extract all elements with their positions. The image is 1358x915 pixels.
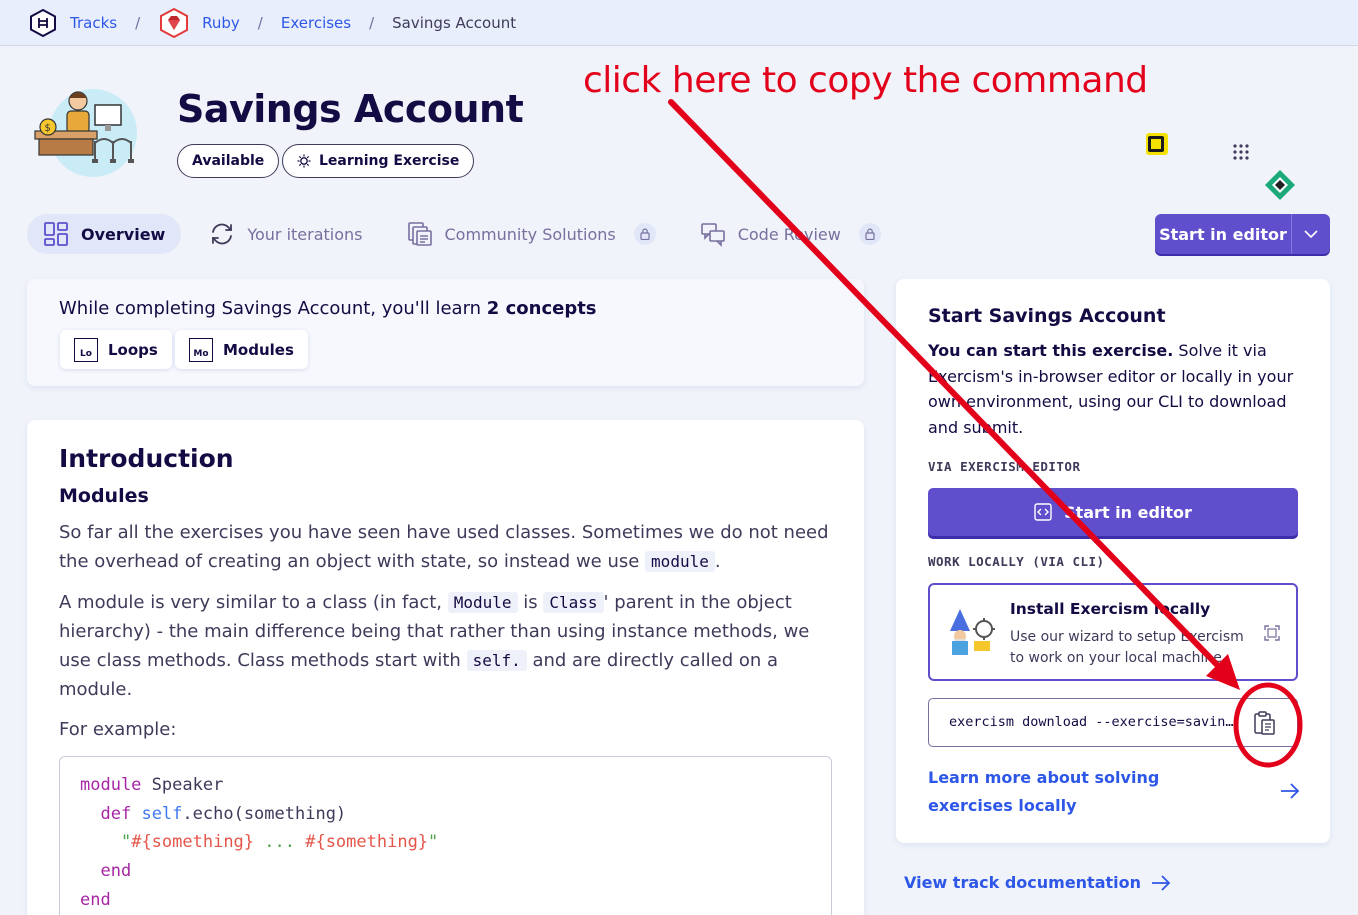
concept-loops[interactable]: Lo Loops (60, 330, 172, 369)
breadcrumb-separator: / (369, 13, 375, 32)
grid-dots-icon[interactable] (1233, 144, 1249, 160)
view-docs-label: View track documentation (904, 873, 1142, 892)
via-editor-label: VIA EXERCISM EDITOR (928, 459, 1081, 474)
inline-code: Module (447, 592, 518, 613)
exercise-type-label: Learning Exercise (319, 153, 460, 169)
arrow-right-icon (1151, 874, 1171, 891)
tab-code-review-label: Code Review (737, 224, 841, 244)
inline-code: module (645, 551, 715, 572)
start-exercise-panel: Start Savings Account You can start this… (896, 279, 1330, 843)
editor-button-label: Start in editor (1064, 502, 1192, 522)
concept-abbr: Mo (189, 337, 213, 362)
code-example: module Speaker def self.echo(something) … (59, 756, 832, 915)
paragraph-text: . (714, 551, 721, 572)
start-exercise-heading: Start Savings Account (928, 305, 1166, 327)
breadcrumb-tracks-link[interactable]: Tracks (70, 14, 117, 32)
tab-iterations-label: Your iterations (247, 224, 363, 244)
lock-icon (633, 223, 656, 245)
tab-community-solutions[interactable]: Community Solutions (391, 214, 672, 254)
description-bold: You can start this exercise. (928, 341, 1174, 360)
concepts-count: 2 concepts (486, 298, 597, 319)
tab-code-review[interactable]: Code Review (684, 214, 897, 254)
lock-icon (858, 223, 881, 245)
install-exercism-card[interactable]: Install Exercism locally Use our wizard … (928, 583, 1298, 681)
code-review-icon (700, 221, 726, 247)
concepts-heading: While completing Savings Account, you'll… (59, 298, 597, 319)
chevron-down-icon[interactable] (1291, 214, 1330, 254)
bank-teller-illustration-icon: $ (33, 83, 139, 179)
paragraph-text: is (517, 592, 544, 613)
inline-code: Class (543, 592, 604, 613)
code-token: self (141, 803, 183, 824)
annotation-label: click here to copy the command (583, 60, 1148, 101)
arrow-right-icon[interactable] (1280, 783, 1300, 803)
sticky-note-icon[interactable] (1146, 133, 1168, 155)
overview-icon (43, 221, 69, 247)
view-track-documentation-link[interactable]: View track documentation (904, 873, 1171, 892)
intro-paragraph: A module is very similar to a class (in … (59, 588, 839, 704)
wizard-icon (946, 607, 996, 661)
code-token: .echo(something) (182, 803, 347, 824)
code-token: def (100, 803, 132, 824)
iterations-icon (209, 221, 235, 247)
exercism-logo-icon[interactable] (28, 8, 58, 38)
code-token: end (80, 889, 111, 910)
introduction-heading: Introduction (59, 444, 234, 473)
tab-community-solutions-label: Community Solutions (444, 224, 616, 244)
start-in-editor-button[interactable]: Start in editor (1155, 214, 1330, 254)
breadcrumb-exercises-link[interactable]: Exercises (281, 14, 351, 32)
intro-paragraph: So far all the exercises you have seen h… (59, 518, 839, 576)
lightbulb-icon (297, 154, 311, 168)
install-title: Install Exercism locally (1010, 600, 1211, 618)
concepts-heading-text: While completing Savings Account, you'll… (59, 298, 487, 319)
start-exercise-description: You can start this exercise. Solve it vi… (928, 338, 1303, 441)
work-locally-label: WORK LOCALLY (VIA CLI) (928, 554, 1105, 569)
extension-diamond-icon[interactable] (1263, 168, 1297, 202)
breadcrumb-ruby-link[interactable]: Ruby (202, 14, 240, 32)
learn-more-link[interactable]: Learn more about solving exercises local… (928, 764, 1238, 820)
code-token: #{something} (131, 832, 255, 853)
breadcrumb-separator: / (135, 13, 141, 32)
page-title: Savings Account (177, 87, 524, 131)
code-token: module (80, 775, 142, 795)
community-solutions-icon (407, 221, 433, 247)
start-in-editor-label: Start in editor (1159, 224, 1287, 244)
cli-command-field[interactable]: exercism download --exercise=savings-acc… (928, 698, 1298, 747)
introduction-card: Introduction Modules So far all the exer… (27, 420, 864, 915)
breadcrumb: Tracks / Ruby / Exercises / Savings Acco… (0, 0, 1358, 46)
intro-paragraph: For example: (59, 719, 177, 740)
code-token: Speaker (141, 775, 224, 795)
code-token: end (100, 861, 132, 882)
install-description: Use our wizard to setup Exercism to work… (1010, 629, 1244, 666)
concept-modules[interactable]: Mo Modules (175, 330, 308, 369)
breadcrumb-separator: / (257, 13, 263, 32)
concept-label: Modules (223, 340, 294, 359)
inline-code: self. (466, 650, 527, 671)
tab-iterations[interactable]: Your iterations (193, 214, 378, 254)
tab-overview-label: Overview (81, 224, 166, 244)
svg-text:$: $ (45, 123, 51, 134)
paragraph-text: A module is very similar to a class (in … (59, 592, 448, 613)
start-in-editor-panel-button[interactable]: Start in editor (928, 488, 1298, 536)
exercise-tabs: Overview Your iterations Community Solut… (27, 214, 909, 254)
clipboard-copy-icon[interactable] (1252, 710, 1278, 740)
code-token: " (120, 832, 132, 853)
cli-command-text: exercism download --exercise=savings-acc… (949, 714, 1237, 730)
ruby-track-icon[interactable] (158, 7, 190, 39)
modules-subheading: Modules (59, 485, 149, 507)
tab-overview[interactable]: Overview (27, 214, 182, 254)
concepts-card: While completing Savings Account, you'll… (27, 279, 864, 386)
concept-abbr: Lo (74, 337, 98, 362)
code-token: ... (254, 832, 306, 853)
editor-icon (1034, 503, 1052, 521)
concept-label: Loops (108, 340, 158, 359)
breadcrumb-current: Savings Account (392, 13, 517, 32)
status-badge: Available (177, 144, 280, 178)
code-token: #{something} (305, 832, 429, 853)
expand-icon[interactable] (1264, 625, 1280, 645)
exercise-type-badge: Learning Exercise (282, 144, 475, 178)
code-token: " (428, 832, 439, 853)
